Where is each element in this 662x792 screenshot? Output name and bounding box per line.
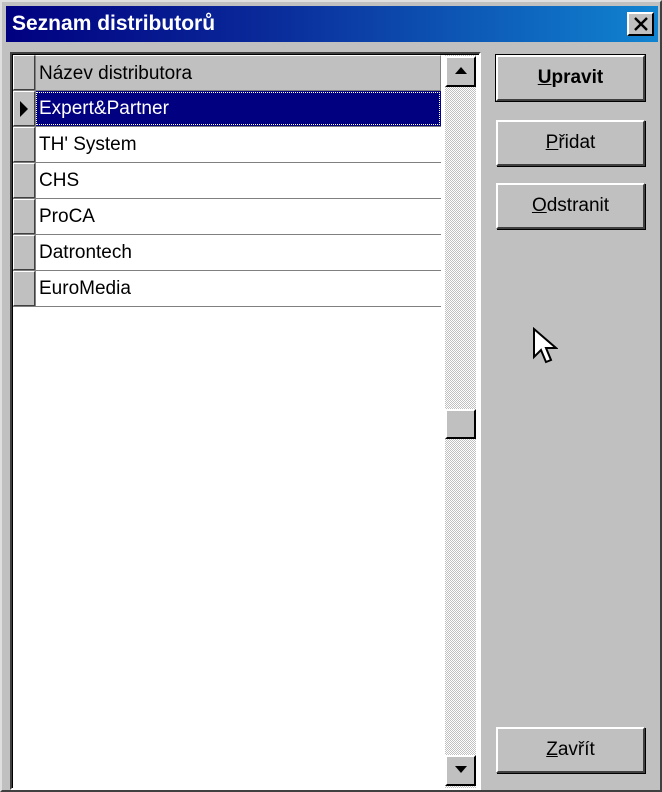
close-icon bbox=[634, 17, 648, 31]
distributors-dialog: Seznam distributorů Název distributora E… bbox=[0, 0, 662, 792]
mouse-pointer-icon bbox=[533, 327, 558, 364]
distributor-name-cell[interactable]: EuroMedia bbox=[35, 271, 441, 306]
close-dialog-button-accel: Z bbox=[546, 739, 558, 760]
arrow-up-icon bbox=[455, 67, 467, 74]
distributors-grid[interactable]: Název distributora Expert&Partner TH' Sy… bbox=[10, 52, 481, 790]
grid-header-row: Název distributora bbox=[13, 55, 441, 91]
distributor-name-cell[interactable]: Datrontech bbox=[35, 235, 441, 270]
table-row[interactable]: TH' System bbox=[13, 127, 441, 163]
edit-button-accel: U bbox=[537, 67, 552, 88]
distributor-name-cell[interactable]: TH' System bbox=[35, 127, 441, 162]
add-button[interactable]: Přidat bbox=[496, 120, 645, 166]
scroll-up-button[interactable] bbox=[445, 56, 476, 87]
row-selector[interactable] bbox=[13, 91, 35, 126]
close-dialog-button-label: avřít bbox=[557, 739, 595, 760]
row-selector[interactable] bbox=[13, 235, 35, 270]
scroll-thumb[interactable] bbox=[445, 409, 476, 439]
distributor-name-cell[interactable]: CHS bbox=[35, 163, 441, 198]
close-dialog-button[interactable]: Zavřít bbox=[496, 727, 645, 773]
window-title: Seznam distributorů bbox=[12, 12, 216, 35]
row-selector[interactable] bbox=[13, 271, 35, 306]
distributor-name-cell[interactable]: ProCA bbox=[35, 199, 441, 234]
remove-button-label: dstranit bbox=[546, 195, 610, 216]
edit-button-label: pravit bbox=[551, 67, 604, 88]
title-bar[interactable]: Seznam distributorů bbox=[6, 6, 658, 42]
edit-button[interactable]: Upravit bbox=[495, 54, 646, 102]
remove-button[interactable]: Odstranit bbox=[496, 183, 645, 229]
vertical-scrollbar[interactable] bbox=[445, 55, 476, 788]
table-row[interactable]: Expert&Partner bbox=[13, 91, 441, 127]
row-selector[interactable] bbox=[13, 199, 35, 234]
row-selector[interactable] bbox=[13, 127, 35, 162]
column-header-name[interactable]: Název distributora bbox=[35, 55, 441, 90]
table-row[interactable]: Datrontech bbox=[13, 235, 441, 271]
close-button[interactable] bbox=[627, 12, 654, 36]
arrow-down-icon bbox=[455, 766, 467, 773]
add-button-accel: P bbox=[545, 132, 559, 153]
row-selector[interactable] bbox=[13, 163, 35, 198]
header-corner-cell bbox=[13, 55, 35, 90]
table-row[interactable]: ProCA bbox=[13, 199, 441, 235]
remove-button-accel: O bbox=[531, 195, 547, 216]
table-row[interactable]: EuroMedia bbox=[13, 271, 441, 307]
table-row[interactable]: CHS bbox=[13, 163, 441, 199]
row-pointer-icon bbox=[20, 101, 28, 117]
distributor-name-cell[interactable]: Expert&Partner bbox=[35, 91, 441, 126]
add-button-label: řidat bbox=[558, 132, 596, 153]
scroll-down-button[interactable] bbox=[445, 755, 476, 786]
